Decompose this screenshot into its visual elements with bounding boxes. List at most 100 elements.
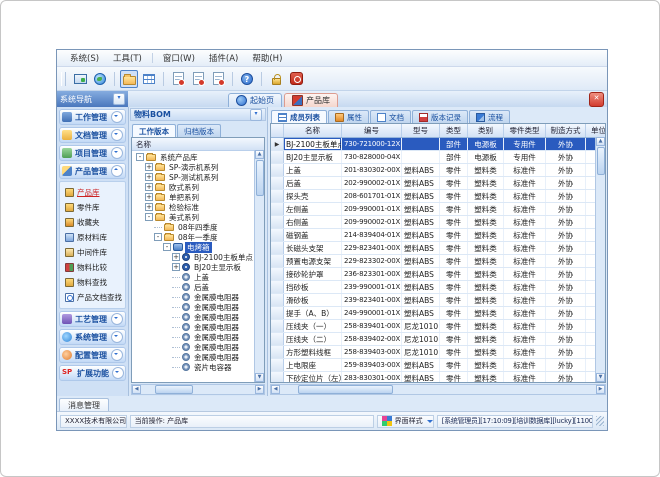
cell-零件类型[interactable]: 标准件: [504, 190, 546, 202]
scroll-down-icon[interactable]: ▼: [596, 373, 605, 382]
column-header-类别[interactable]: 类别: [468, 124, 504, 137]
scroll-thumb[interactable]: [298, 385, 393, 394]
cell-零件类型[interactable]: 标准件: [504, 216, 546, 228]
cell-名称[interactable]: 右侧盖: [284, 216, 342, 228]
menu-item[interactable]: 工具(T): [106, 51, 149, 65]
cell-类型[interactable]: 零件: [440, 346, 468, 358]
table-row[interactable]: 左侧盖209-990001-01X塑料ABS零件塑料类标准件外协条: [271, 203, 605, 216]
cell-编号[interactable]: 214-839404-01X: [342, 229, 402, 241]
collapse-icon[interactable]: -: [163, 243, 171, 251]
lock-button[interactable]: [267, 70, 285, 88]
cell-制造方式[interactable]: 外协: [546, 216, 586, 228]
table-row[interactable]: 上盖201-830302-00X塑料ABS零件塑料类标准件外协条: [271, 164, 605, 177]
cell-编号[interactable]: 208-601701-01X: [342, 190, 402, 202]
cell-编号[interactable]: 229-823401-00X: [342, 242, 402, 254]
cell-类型[interactable]: 零件: [440, 190, 468, 202]
chevron-down-icon[interactable]: [111, 331, 123, 343]
cell-零件类型[interactable]: 专用件: [504, 151, 546, 163]
cell-型号[interactable]: 塑料ABS: [402, 372, 440, 383]
cell-类型[interactable]: 零件: [440, 177, 468, 189]
tree-node[interactable]: +单把系列: [134, 192, 254, 202]
table-row[interactable]: 压线夹（一）258-839401-00X尼龙1010零件塑料类标准件外协条: [271, 320, 605, 333]
table-row[interactable]: ▶BJ-2100主板单点730-721000-12X部件电源板专用件外协颗: [271, 138, 605, 151]
cell-制造方式[interactable]: 外协: [546, 307, 586, 319]
cell-类别[interactable]: 塑料类: [468, 164, 504, 176]
expand-icon[interactable]: +: [145, 203, 153, 211]
column-header-编号[interactable]: 编号: [342, 124, 402, 137]
cell-编号[interactable]: 239-990001-01X: [342, 281, 402, 293]
cell-名称[interactable]: 接砂轮护罩: [284, 268, 342, 280]
expand-icon[interactable]: +: [172, 263, 180, 271]
tree-node[interactable]: 瓷片电容器: [134, 362, 254, 372]
cell-名称[interactable]: 后盖: [284, 177, 342, 189]
cell-类别[interactable]: 塑料类: [468, 320, 504, 332]
cell-类别[interactable]: 塑料类: [468, 359, 504, 371]
cell-类型[interactable]: 零件: [440, 372, 468, 383]
table-row[interactable]: 接砂轮护罩236-823301-00X塑料ABS零件塑料类标准件外协条: [271, 268, 605, 281]
sidebar-item-零件库[interactable]: 零件库: [65, 200, 124, 215]
sidebar-group-项目管理[interactable]: 项目管理: [59, 145, 126, 161]
cell-型号[interactable]: 尼龙1010: [402, 333, 440, 345]
scroll-up-icon[interactable]: ▲: [596, 137, 605, 146]
column-header-名称[interactable]: 名称: [284, 124, 342, 137]
tree-node[interactable]: +BJ20主显示板: [134, 262, 254, 272]
sidebar-group-系统管理[interactable]: 系统管理: [59, 329, 126, 345]
cell-名称[interactable]: 上电限座: [284, 359, 342, 371]
cell-零件类型[interactable]: 标准件: [504, 346, 546, 358]
expand-icon[interactable]: +: [172, 253, 180, 261]
scroll-thumb[interactable]: [155, 385, 193, 394]
cell-型号[interactable]: 塑料ABS: [402, 294, 440, 306]
bom-panel-pin-button[interactable]: ▾: [250, 109, 262, 121]
cell-制造方式[interactable]: 外协: [546, 320, 586, 332]
cell-零件类型[interactable]: 标准件: [504, 203, 546, 215]
cell-名称[interactable]: 上盖: [284, 164, 342, 176]
cell-类型[interactable]: 零件: [440, 203, 468, 215]
tab-版本记录[interactable]: 版本记录: [412, 110, 468, 123]
toolbar-gripper[interactable]: [61, 72, 66, 86]
cell-类别[interactable]: 塑料类: [468, 281, 504, 293]
cell-编号[interactable]: 283-830301-00X: [342, 372, 402, 383]
sidebar-item-产品文档查找[interactable]: 产品文档查找: [65, 290, 124, 305]
tree-node[interactable]: +SP-测试机系列: [134, 172, 254, 182]
cell-名称[interactable]: 下砂定位片（左）: [284, 372, 342, 383]
table-row[interactable]: 方形塑料线框258-839403-00X尼龙1010零件塑料类标准件外协条: [271, 346, 605, 359]
column-header-制造方式[interactable]: 制造方式: [546, 124, 586, 137]
cell-编号[interactable]: 730-828000-04X: [342, 151, 402, 163]
cell-零件类型[interactable]: 标准件: [504, 281, 546, 293]
cell-编号[interactable]: 209-990001-01X: [342, 203, 402, 215]
sidebar-item-原材料库[interactable]: 原材料库: [65, 230, 124, 245]
tree-node[interactable]: +SP-演示机系列: [134, 162, 254, 172]
ui-style-dropdown[interactable]: 界面样式: [377, 415, 434, 428]
chevron-down-icon[interactable]: [112, 367, 124, 379]
cell-名称[interactable]: 挡砂板: [284, 281, 342, 293]
collapse-icon[interactable]: -: [136, 153, 144, 161]
cell-制造方式[interactable]: 外协: [546, 164, 586, 176]
column-header-型号[interactable]: 型号: [402, 124, 440, 137]
cell-名称[interactable]: 磁钢盖: [284, 229, 342, 241]
cell-型号[interactable]: 塑料ABS: [402, 307, 440, 319]
cell-类别[interactable]: 塑料类: [468, 177, 504, 189]
expand-icon[interactable]: +: [145, 193, 153, 201]
sidebar-group-工艺管理[interactable]: 工艺管理: [59, 311, 126, 327]
cell-编号[interactable]: 236-823301-00X: [342, 268, 402, 280]
cell-编号[interactable]: 259-839403-00X: [342, 359, 402, 371]
cell-类别[interactable]: 塑料类: [468, 294, 504, 306]
cell-型号[interactable]: 塑料ABS: [402, 229, 440, 241]
cell-名称[interactable]: BJ-2100主板单点: [284, 138, 342, 150]
tree-node[interactable]: +BJ-2100主板单点: [134, 252, 254, 262]
cell-编号[interactable]: 258-839403-00X: [342, 346, 402, 358]
table-row[interactable]: 挡砂板239-990001-01X塑料ABS零件塑料类标准件外协条: [271, 281, 605, 294]
cell-类别[interactable]: 塑料类: [468, 333, 504, 345]
scroll-left-icon[interactable]: ◀: [132, 385, 141, 394]
cell-零件类型[interactable]: 标准件: [504, 229, 546, 241]
grid-button[interactable]: [140, 70, 158, 88]
cell-制造方式[interactable]: 外协: [546, 242, 586, 254]
cell-类型[interactable]: 零件: [440, 333, 468, 345]
sidebar-item-物料查找[interactable]: 物料查找: [65, 275, 124, 290]
cell-零件类型[interactable]: 标准件: [504, 333, 546, 345]
sidebar-group-配置管理[interactable]: 配置管理: [59, 347, 126, 363]
column-header-单位[interactable]: 单位: [586, 124, 606, 137]
help-button[interactable]: [238, 70, 256, 88]
expand-icon[interactable]: +: [145, 163, 153, 171]
sidebar-group-工作管理[interactable]: 工作管理: [59, 109, 126, 125]
